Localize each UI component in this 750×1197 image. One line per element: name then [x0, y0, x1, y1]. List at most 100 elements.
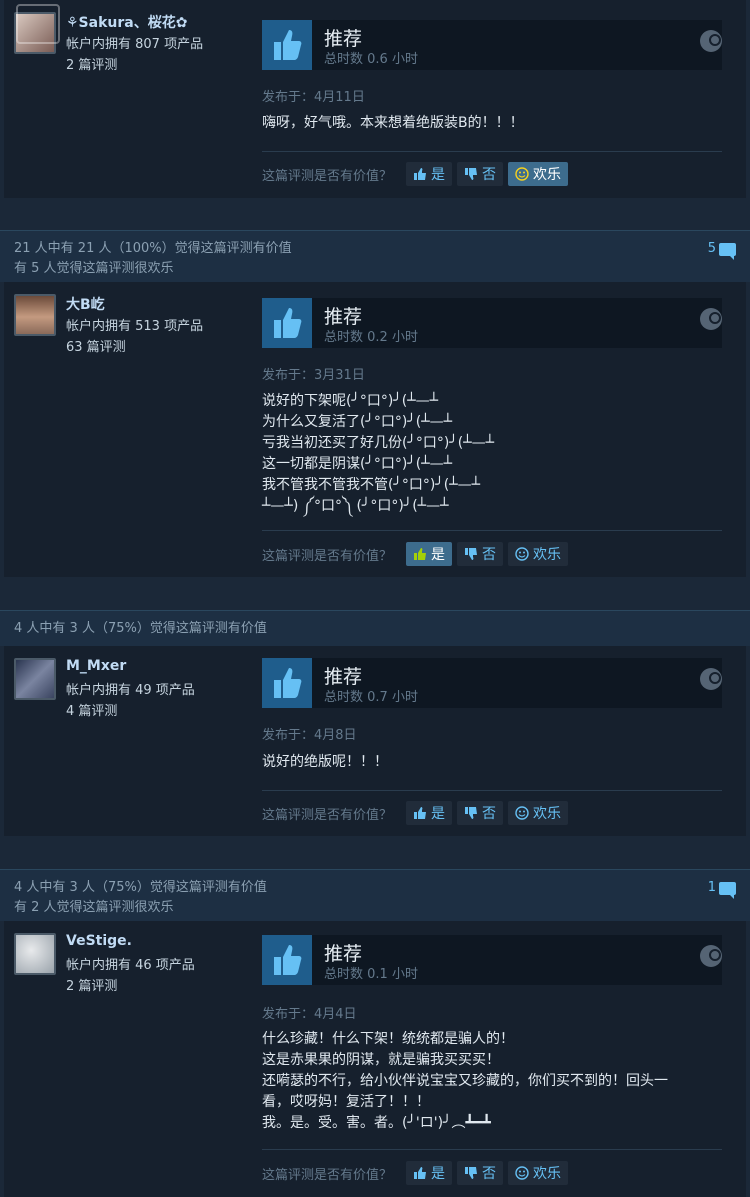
helpful-count-text: 4 人中有 3 人（75%）觉得这篇评测有价值 — [14, 621, 267, 636]
review-text: 说好的下架呢(╯°口°)╯(┴—┴ 为什么又复活了(╯°口°)╯(┴—┴ 亏我当… — [262, 393, 495, 514]
thumbs-up-icon — [262, 298, 312, 348]
helpful-bar: 这篇评测是否有价值？ 是 否 欢乐 — [262, 162, 573, 186]
vote-yes-button[interactable]: 是 — [406, 1161, 453, 1185]
vote-no-button[interactable]: 否 — [457, 542, 504, 566]
watermark-logo — [16, 4, 60, 44]
review-text: 说好的绝版呢！！！ — [262, 754, 388, 770]
smile-icon — [515, 547, 529, 561]
verdict-title: 推荐 — [324, 306, 363, 328]
hours-played: 总时数 0.2 小时 — [324, 330, 418, 345]
vote-no-button[interactable]: 否 — [457, 801, 504, 825]
author-reviews[interactable]: 63 篇评测 — [66, 336, 126, 355]
vote-no-label: 否 — [482, 1166, 497, 1182]
posted-date: 发布于：4月11日 — [262, 90, 365, 105]
avatar[interactable] — [14, 933, 56, 975]
thumbs-up-icon — [262, 935, 312, 985]
helpful-bar: 这篇评测是否有价值？ 是 否 欢乐 — [262, 542, 573, 566]
comment-link[interactable]: 5 — [708, 239, 736, 260]
helpful-bar: 这篇评测是否有价值？ 是 否 欢乐 — [262, 801, 573, 825]
helpful-question: 这篇评测是否有价值？ — [262, 1167, 393, 1183]
divider — [262, 790, 722, 791]
review-helpful-header: 4 人中有 3 人（75%）觉得这篇评测有价值 — [0, 610, 750, 646]
vote-yes-label: 是 — [431, 547, 446, 563]
vote-up-icon — [414, 1167, 427, 1179]
review-card: ⚘Sakura、桜花✿ 帐户内拥有 807 项产品 2 篇评测 推荐 总时数 0… — [4, 0, 746, 198]
review-verdict[interactable]: 推荐 总时数 0.2 小时 — [262, 298, 722, 348]
review-verdict[interactable]: 推荐 总时数 0.1 小时 — [262, 935, 722, 985]
divider — [262, 151, 722, 152]
vote-up-icon — [414, 548, 427, 560]
review-verdict[interactable]: 推荐 总时数 0.6 小时 — [262, 20, 722, 70]
author-name[interactable]: ⚘Sakura、桜花✿ — [66, 12, 187, 32]
hours-played: 总时数 0.7 小时 — [324, 690, 418, 705]
thumbs-up-icon — [262, 658, 312, 708]
posted-date: 发布于：4月8日 — [262, 728, 357, 743]
avatar[interactable] — [14, 658, 56, 700]
steam-logo-icon — [700, 308, 722, 330]
vote-funny-button[interactable]: 欢乐 — [508, 162, 569, 186]
author-reviews[interactable]: 4 篇评测 — [66, 700, 117, 719]
helpful-question: 这篇评测是否有价值？ — [262, 168, 393, 184]
helpful-count-text: 4 人中有 3 人（75%）觉得这篇评测有价值 — [14, 880, 267, 895]
vote-funny-button[interactable]: 欢乐 — [508, 801, 569, 825]
vote-yes-button[interactable]: 是 — [406, 162, 453, 186]
comment-icon — [719, 242, 736, 260]
verdict-title: 推荐 — [324, 666, 363, 688]
author-name[interactable]: VeStige. — [66, 933, 132, 949]
posted-date: 发布于：4月4日 — [262, 1007, 357, 1022]
author-name[interactable]: 大B屹 — [66, 294, 105, 314]
review-text: 什么珍藏！什么下架！统统都是骗人的！ 这是赤果果的阴谋，就是骗我买买买！ 还嗬瑟… — [262, 1031, 668, 1131]
avatar[interactable] — [14, 294, 56, 336]
vote-funny-label: 欢乐 — [533, 1166, 562, 1182]
verdict-title: 推荐 — [324, 28, 363, 50]
review-verdict[interactable]: 推荐 总时数 0.7 小时 — [262, 658, 722, 708]
funny-count-text: 有 5 人觉得这篇评测很欢乐 — [14, 261, 174, 276]
author-products[interactable]: 帐户内拥有 807 项产品 — [66, 33, 203, 52]
divider — [262, 1149, 722, 1150]
vote-funny-button[interactable]: 欢乐 — [508, 542, 569, 566]
smile-icon — [515, 1166, 529, 1180]
vote-no-label: 否 — [482, 547, 497, 563]
steam-logo-icon — [700, 668, 722, 690]
review-helpful-header: 4 人中有 3 人（75%）觉得这篇评测有价值 有 2 人觉得这篇评测很欢乐 1 — [0, 869, 750, 921]
author-name[interactable]: M_Mxer — [66, 658, 126, 674]
helpful-bar: 这篇评测是否有价值？ 是 否 欢乐 — [262, 1161, 573, 1185]
vote-down-icon — [465, 1167, 478, 1179]
vote-funny-label: 欢乐 — [533, 806, 562, 822]
helpful-question: 这篇评测是否有价值？ — [262, 807, 393, 823]
comment-link[interactable]: 1 — [707, 878, 736, 899]
vote-down-icon — [465, 168, 478, 180]
author-reviews[interactable]: 2 篇评测 — [66, 54, 117, 73]
vote-down-icon — [465, 548, 478, 560]
vote-funny-button[interactable]: 欢乐 — [508, 1161, 569, 1185]
steam-logo-icon — [700, 945, 722, 967]
vote-no-label: 否 — [482, 806, 497, 822]
funny-count-text: 有 2 人觉得这篇评测很欢乐 — [14, 900, 174, 915]
author-products[interactable]: 帐户内拥有 46 项产品 — [66, 954, 195, 973]
author-products[interactable]: 帐户内拥有 513 项产品 — [66, 315, 203, 334]
review-card: M_Mxer 帐户内拥有 49 项产品 4 篇评测 推荐 总时数 0.7 小时 … — [4, 646, 746, 836]
vote-no-button[interactable]: 否 — [457, 1161, 504, 1185]
vote-yes-button[interactable]: 是 — [406, 801, 453, 825]
smile-icon — [515, 806, 529, 820]
author-products[interactable]: 帐户内拥有 49 项产品 — [66, 679, 195, 698]
review-card: 大B屹 帐户内拥有 513 项产品 63 篇评测 推荐 总时数 0.2 小时 发… — [4, 282, 746, 577]
review-text: 嗨呀，好气哦。本来想着绝版装B的！！！ — [262, 115, 524, 131]
vote-yes-label: 是 — [431, 167, 446, 183]
vote-down-icon — [465, 807, 478, 819]
vote-yes-label: 是 — [431, 806, 446, 822]
vote-funny-label: 欢乐 — [533, 547, 562, 563]
vote-up-icon — [414, 168, 427, 180]
steam-logo-icon — [700, 30, 722, 52]
helpful-question: 这篇评测是否有价值？ — [262, 548, 393, 564]
comment-count: 1 — [707, 880, 716, 895]
thumbs-up-icon — [262, 20, 312, 70]
author-reviews[interactable]: 2 篇评测 — [66, 975, 117, 994]
vote-no-button[interactable]: 否 — [457, 162, 504, 186]
vote-yes-button[interactable]: 是 — [406, 542, 453, 566]
review-card: VeStige. 帐户内拥有 46 项产品 2 篇评测 推荐 总时数 0.1 小… — [4, 921, 746, 1197]
vote-yes-label: 是 — [431, 1166, 446, 1182]
posted-date: 发布于：3月31日 — [262, 368, 365, 383]
hours-played: 总时数 0.1 小时 — [324, 967, 418, 982]
review-helpful-header: 21 人中有 21 人（100%）觉得这篇评测有价值 有 5 人觉得这篇评测很欢… — [0, 230, 750, 282]
